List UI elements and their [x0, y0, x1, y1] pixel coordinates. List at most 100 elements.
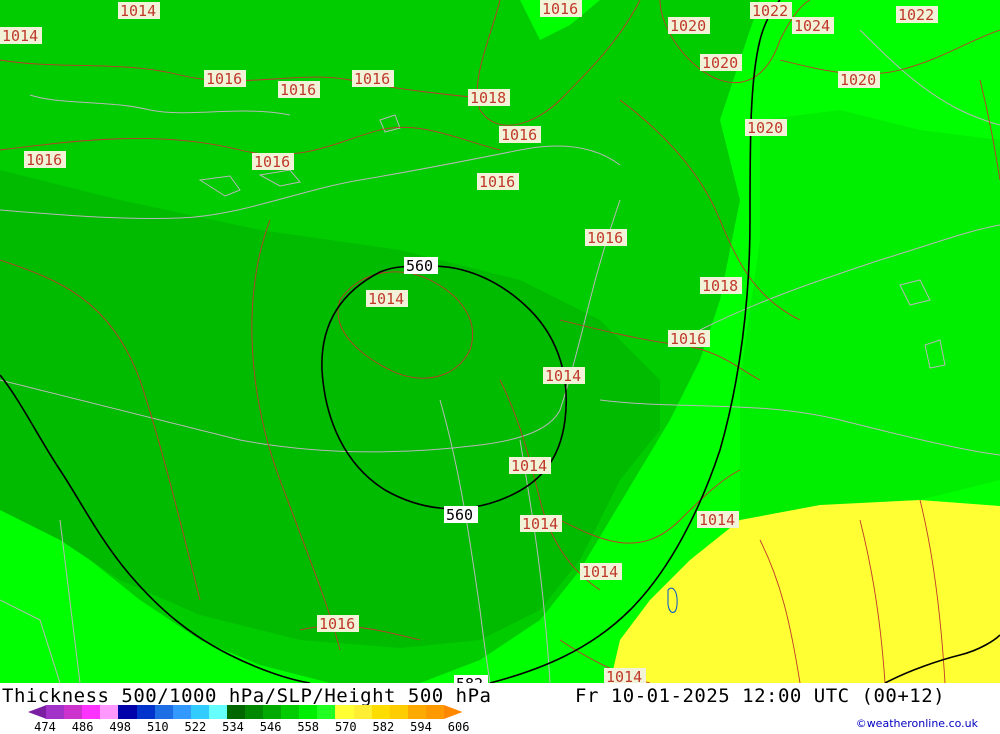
weather-map: 1014 1014 1016 1016 1016 1016 1016 1016 1016 1016… — [0, 0, 1000, 683]
isobar-label: 1014 — [366, 290, 408, 308]
isobar-value: 1020 — [747, 119, 783, 137]
colorbar-segment — [64, 705, 83, 719]
colorbar-segment — [208, 705, 228, 719]
isobar-label: 1014 — [118, 2, 160, 20]
isobar-label: 1014 — [543, 367, 585, 385]
thickness-colorbar — [28, 705, 478, 719]
isobar-label: 1016 — [477, 173, 519, 191]
isobar-value: 1016 — [206, 70, 242, 88]
isobar-label: 1020 — [700, 54, 742, 72]
isobar-value: 1024 — [794, 17, 830, 35]
colorbar-segment — [154, 705, 174, 719]
height-label: 560 — [404, 257, 438, 275]
colorbar-segment — [425, 705, 445, 719]
colorbar-segment — [353, 705, 373, 719]
map-footer: Thickness 500/1000 hPa/SLP/Height 500 hP… — [0, 683, 1000, 734]
colorbar-segment — [443, 705, 463, 719]
colorbar-tick-label: 498 — [109, 720, 132, 734]
isobar-label: 1014 — [604, 668, 646, 683]
isobar-value: 1018 — [470, 89, 506, 107]
isobar-value: 1016 — [587, 229, 623, 247]
isobar-value: 1020 — [702, 54, 738, 72]
isobar-label: 1014 — [520, 515, 562, 533]
colorbar-tick-label: 510 — [146, 720, 169, 734]
colorbar-segment — [136, 705, 156, 719]
colorbar-segment — [371, 705, 391, 719]
map-datetime: Fr 10-01-2025 12:00 UTC (00+12) — [575, 685, 946, 707]
isobar-value: 1016 — [280, 81, 316, 99]
isobar-label: 1020 — [745, 119, 787, 137]
isobar-label: 1016 — [278, 81, 320, 99]
isobar-label: 1016 — [24, 151, 66, 169]
colorbar-tick-label: 570 — [334, 720, 357, 734]
isobar-label: 1016 — [585, 229, 627, 247]
colorbar-segment — [100, 705, 119, 719]
colorbar-segment — [245, 705, 264, 719]
isobar-label: 1016 — [540, 0, 582, 18]
isobar-value: 1014 — [368, 290, 404, 308]
isobar-value: 1014 — [545, 367, 581, 385]
colorbar-tick-label: 546 — [259, 720, 282, 734]
colorbar-segment — [281, 705, 300, 719]
isobar-label: 1016 — [499, 126, 541, 144]
colorbar-segment — [226, 705, 246, 719]
isobar-value: 1016 — [319, 615, 355, 633]
isobar-label: 1014 — [509, 457, 551, 475]
isobar-label: 1022 — [896, 6, 938, 24]
isobar-label: 1018 — [468, 89, 510, 107]
colorbar-tick-label: 558 — [297, 720, 320, 734]
isobar-value: 1016 — [479, 173, 515, 191]
isobar-value: 1014 — [2, 27, 38, 45]
isobar-label: 1022 — [750, 2, 792, 20]
colorbar-tick-label: 606 — [447, 720, 470, 734]
credit-link[interactable]: ©weatheronline.co.uk — [856, 717, 978, 730]
colorbar-tick-label: 594 — [410, 720, 432, 734]
isobar-value: 1014 — [699, 511, 735, 529]
isobar-value: 1022 — [898, 6, 934, 24]
colorbar-segment — [46, 705, 65, 719]
colorbar-segment — [82, 705, 101, 719]
colorbar-segment — [299, 705, 318, 719]
isobar-value: 1016 — [501, 126, 537, 144]
thickness-field-light — [740, 110, 1000, 520]
isobar-value: 1022 — [752, 2, 788, 20]
isobar-value: 1014 — [606, 668, 642, 683]
height-label: 560 — [444, 506, 478, 524]
isobar-value: 1014 — [120, 2, 156, 20]
isobar-label: 1014 — [580, 563, 622, 581]
colorbar-segment — [172, 705, 192, 719]
isobar-value: 1016 — [254, 153, 290, 171]
isobar-value: 1014 — [522, 515, 558, 533]
height-value: 582 — [456, 675, 483, 683]
colorbar-segment — [28, 705, 47, 719]
isobar-label: 1014 — [0, 27, 42, 45]
isobar-value: 1020 — [670, 17, 706, 35]
isobar-value: 1014 — [511, 457, 547, 475]
isobar-value: 1020 — [840, 71, 876, 89]
isobar-label: 1016 — [252, 153, 294, 171]
colorbar-tick-label: 474 — [34, 720, 56, 734]
isobar-label: 1014 — [697, 511, 739, 529]
isobar-label: 1016 — [668, 330, 710, 348]
colorbar-ticks: 474 486 498 510 522 534 546 558 570 582 594 606 — [0, 720, 520, 734]
isobar-value: 1018 — [702, 277, 738, 295]
height-value: 560 — [446, 506, 473, 524]
colorbar-tick-label: 582 — [372, 720, 395, 734]
isobar-label: 1018 — [700, 277, 742, 295]
isobar-value: 1016 — [26, 151, 62, 169]
colorbar-segment — [407, 705, 427, 719]
colorbar-segment — [317, 705, 336, 719]
height-label: 582 — [454, 675, 488, 683]
isobar-label: 1016 — [352, 70, 394, 88]
isobar-value: 1016 — [670, 330, 706, 348]
isobar-value: 1014 — [582, 563, 618, 581]
colorbar-segment — [263, 705, 282, 719]
isobar-label: 1020 — [838, 71, 880, 89]
height-value: 560 — [406, 257, 433, 275]
colorbar-tick-label: 534 — [222, 720, 244, 734]
isobar-label: 1024 — [792, 17, 834, 35]
colorbar-segment — [335, 705, 354, 719]
colorbar-tick-label: 522 — [184, 720, 207, 734]
colorbar-tick-label: 486 — [71, 720, 94, 734]
colorbar-segment — [118, 705, 137, 719]
